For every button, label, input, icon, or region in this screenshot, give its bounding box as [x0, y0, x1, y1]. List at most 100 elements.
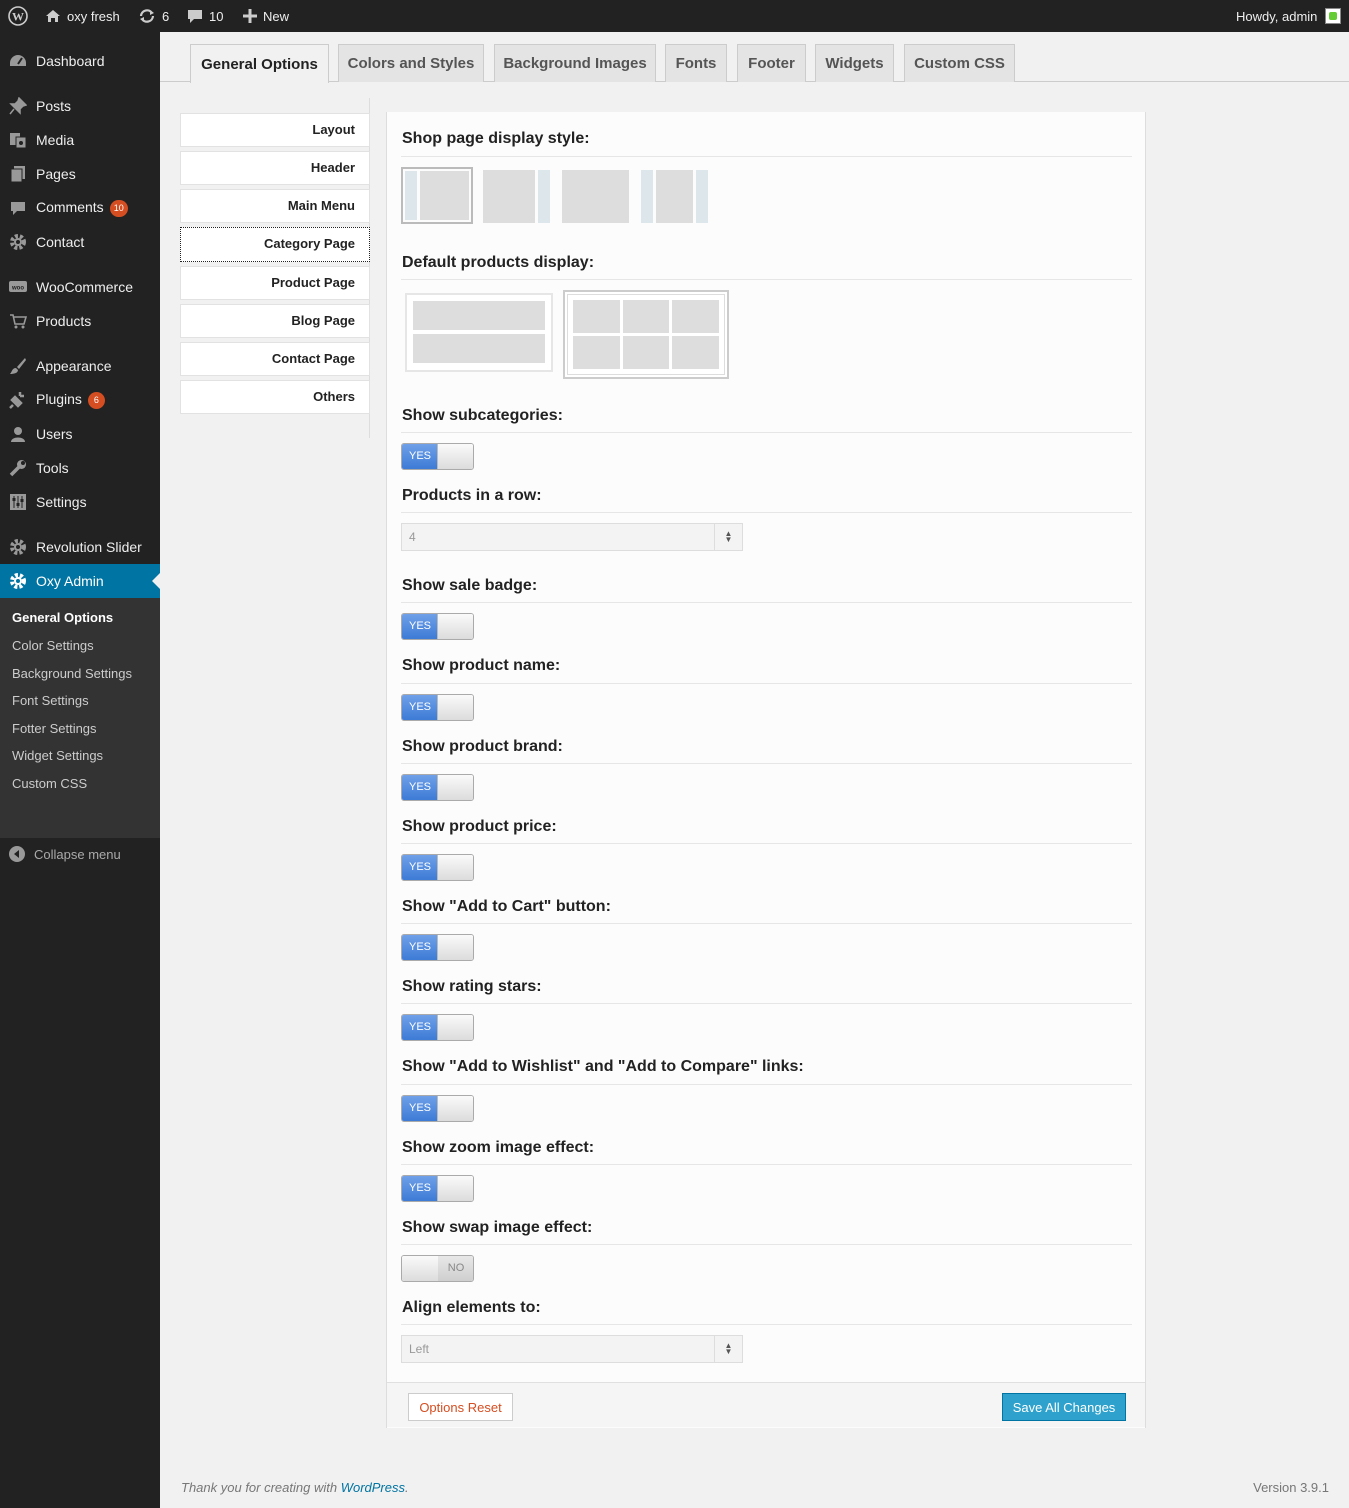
- products-in-row-select[interactable]: 4 ▲ ▼: [401, 523, 743, 551]
- woocommerce-icon: woo: [8, 278, 28, 296]
- menu-oxy-admin-label: Oxy Admin: [36, 573, 104, 589]
- menu-dashboard[interactable]: Dashboard: [0, 44, 160, 78]
- menu-media[interactable]: Media: [0, 123, 160, 157]
- toggle-knob: [437, 775, 473, 800]
- menu-appearance[interactable]: Appearance: [0, 349, 160, 383]
- submenu-background-settings[interactable]: Background Settings: [12, 666, 132, 681]
- show-swap-toggle[interactable]: NO: [401, 1255, 474, 1282]
- show-subcategories-toggle[interactable]: YES: [401, 443, 474, 470]
- collapse-menu[interactable]: Collapse menu: [0, 844, 160, 866]
- show-rating-stars-toggle[interactable]: YES: [401, 1014, 474, 1041]
- site-name-link[interactable]: oxy fresh: [45, 0, 120, 32]
- tab-fonts[interactable]: Fonts: [665, 44, 727, 82]
- tab-general-options[interactable]: General Options: [190, 44, 329, 83]
- menu-revolution-slider[interactable]: Revolution Slider: [0, 530, 160, 564]
- menu-appearance-label: Appearance: [36, 358, 112, 374]
- section-others[interactable]: Others: [180, 380, 370, 414]
- my-account[interactable]: Howdy, admin: [1236, 0, 1342, 32]
- user-icon: [8, 425, 28, 443]
- menu-contact[interactable]: Contact: [0, 225, 160, 259]
- list-view-option[interactable]: [405, 293, 553, 372]
- new-content-link[interactable]: New: [243, 0, 289, 32]
- toggle-yes-label: YES: [402, 1176, 438, 1201]
- menu-oxy-admin[interactable]: Oxy Admin: [0, 564, 160, 598]
- divider: [401, 763, 1132, 764]
- show-subcategories-heading: Show subcategories:: [402, 407, 563, 424]
- menu-woocommerce[interactable]: woo WooCommerce: [0, 270, 160, 304]
- show-wishlist-compare-toggle[interactable]: YES: [401, 1095, 474, 1122]
- options-reset-button[interactable]: Options Reset: [408, 1393, 513, 1421]
- section-blog-page[interactable]: Blog Page: [180, 304, 370, 338]
- comment-icon: [188, 10, 202, 23]
- section-contact-page[interactable]: Contact Page: [180, 342, 370, 376]
- show-swap-heading: Show swap image effect:: [402, 1219, 593, 1236]
- toggle-yes-label: YES: [402, 444, 438, 469]
- menu-comments[interactable]: Comments 10: [0, 191, 160, 225]
- section-main-menu[interactable]: Main Menu: [180, 189, 370, 223]
- grid-view-option[interactable]: [563, 290, 729, 379]
- menu-plugins-text: Plugins 6: [36, 391, 105, 409]
- show-add-to-cart-toggle[interactable]: YES: [401, 934, 474, 961]
- menu-products[interactable]: Products: [0, 304, 160, 338]
- footer-thanks-text: Thank you for creating with: [181, 1480, 341, 1495]
- section-category-page[interactable]: Category Page: [180, 227, 370, 262]
- menu-posts[interactable]: Posts: [0, 89, 160, 123]
- tab-background-images[interactable]: Background Images: [494, 44, 656, 82]
- layout-both-sidebars-option[interactable]: [641, 170, 708, 223]
- menu-contact-label: Contact: [36, 234, 85, 250]
- updates-link[interactable]: 6: [138, 0, 169, 32]
- divider: [401, 1324, 1132, 1325]
- menu-plugins-label: Plugins: [36, 391, 82, 408]
- toggle-yes-label: YES: [402, 695, 438, 720]
- products-in-row-heading: Products in a row:: [402, 487, 542, 504]
- show-product-name-toggle[interactable]: YES: [401, 694, 474, 721]
- menu-pages[interactable]: Pages: [0, 157, 160, 191]
- submenu-widget-settings[interactable]: Widget Settings: [12, 748, 103, 763]
- show-product-brand-heading: Show product brand:: [402, 738, 563, 755]
- tab-colors-and-styles[interactable]: Colors and Styles: [338, 44, 484, 82]
- menu-tools[interactable]: Tools: [0, 451, 160, 485]
- options-panel: Shop page display style: Default product…: [386, 112, 1146, 1428]
- layout-full-width-option[interactable]: [562, 170, 629, 223]
- toggle-knob: [437, 935, 473, 960]
- media-icon: [8, 131, 28, 149]
- new-label: New: [263, 8, 290, 24]
- menu-pages-label: Pages: [36, 166, 76, 182]
- svg-text:W: W: [12, 10, 24, 24]
- tab-widgets[interactable]: Widgets: [815, 44, 894, 82]
- section-header[interactable]: Header: [180, 151, 370, 185]
- submenu-custom-css[interactable]: Custom CSS: [12, 776, 87, 791]
- wordpress-logo-icon[interactable]: W: [8, 0, 28, 32]
- section-product-page[interactable]: Product Page: [180, 266, 370, 300]
- comments-link[interactable]: 10: [187, 0, 223, 32]
- avatar: [1325, 8, 1342, 24]
- submenu-color-settings[interactable]: Color Settings: [12, 638, 94, 653]
- menu-users[interactable]: Users: [0, 417, 160, 451]
- show-zoom-toggle[interactable]: YES: [401, 1175, 474, 1202]
- show-sale-badge-toggle[interactable]: YES: [401, 613, 474, 640]
- tab-custom-css[interactable]: Custom CSS: [904, 44, 1015, 82]
- tab-footer[interactable]: Footer: [737, 44, 806, 82]
- layout-right-sidebar-option[interactable]: [483, 170, 550, 223]
- show-rating-stars-heading: Show rating stars:: [402, 978, 542, 995]
- save-all-changes-button[interactable]: Save All Changes: [1002, 1393, 1126, 1421]
- select-arrows-icon: ▲ ▼: [714, 524, 742, 550]
- plugin-icon: [8, 391, 28, 409]
- menu-settings[interactable]: Settings: [0, 485, 160, 519]
- show-product-brand-toggle[interactable]: YES: [401, 774, 474, 801]
- align-elements-value: Left: [409, 1342, 430, 1356]
- version-text: Version 3.9.1: [1253, 1480, 1329, 1495]
- submenu-footer-settings[interactable]: Fotter Settings: [12, 721, 97, 736]
- align-elements-select[interactable]: Left ▲ ▼: [401, 1335, 743, 1363]
- menu-revolution-slider-label: Revolution Slider: [36, 539, 142, 555]
- settings-sliders-icon: [8, 493, 28, 511]
- wordpress-link[interactable]: WordPress: [341, 1480, 405, 1495]
- toggle-knob: [437, 695, 473, 720]
- menu-plugins[interactable]: Plugins 6: [0, 383, 160, 417]
- submenu-font-settings[interactable]: Font Settings: [12, 693, 89, 708]
- section-layout[interactable]: Layout: [180, 113, 370, 147]
- show-zoom-heading: Show zoom image effect:: [402, 1139, 595, 1156]
- layout-left-sidebar-option[interactable]: [401, 167, 473, 224]
- submenu-general-options[interactable]: General Options: [12, 610, 113, 625]
- show-product-price-toggle[interactable]: YES: [401, 854, 474, 881]
